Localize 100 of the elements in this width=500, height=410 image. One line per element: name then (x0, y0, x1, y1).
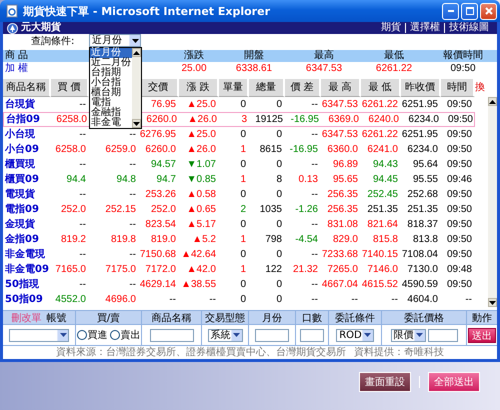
table-cell-text: 7165.0 (54, 264, 87, 276)
product-name[interactable]: 台現貨 (3, 98, 51, 111)
table-cell-text: -- (310, 278, 319, 290)
caret-icon (132, 38, 138, 42)
table-cell-text: 1035 (258, 204, 283, 216)
caret-icon (364, 333, 372, 337)
column-header[interactable]: 時間 (441, 79, 475, 97)
table-cell-text: 4667.04 (321, 278, 359, 290)
product-name[interactable]: 櫃買09 (3, 173, 51, 186)
product-name[interactable]: 小台09 (3, 143, 51, 156)
radio-button[interactable] (110, 330, 120, 340)
product-name[interactable]: 台指09 (4, 113, 52, 126)
condition-select[interactable]: ROD (336, 328, 374, 342)
table-cell-text: 813.8 (412, 234, 439, 246)
account-select[interactable] (9, 328, 69, 342)
nav-link[interactable]: 選擇權 (405, 23, 444, 33)
product-name[interactable]: 非金電09 (3, 263, 51, 276)
column-header[interactable]: 最 高 (321, 79, 361, 97)
table-cell-text: 0 (239, 278, 247, 290)
table-cell-text: 819.2 (60, 234, 87, 246)
dropdown-option[interactable]: 櫃台期 (90, 88, 132, 98)
table-cell-text: 6241.0 (366, 144, 399, 156)
table-cell-text: 09:50 (449, 62, 477, 75)
table-cell-text: 4590.59 (401, 278, 439, 290)
table-cell-text: 0 (239, 248, 247, 260)
table-cell-text: 0 (275, 218, 283, 230)
column-header[interactable]: 買 價 (51, 79, 89, 97)
product-name[interactable]: 金指09 (3, 233, 51, 246)
maximize-button[interactable] (461, 2, 478, 20)
month-field[interactable] (255, 328, 289, 342)
product-field[interactable] (150, 328, 194, 342)
table-cell-text: 95.64 (412, 158, 439, 170)
table-cell-text: -- (350, 294, 359, 306)
table-cell-text: 6234.0 (407, 114, 440, 126)
table-cell-text: 1 (239, 234, 247, 246)
dropdown-option[interactable]: 金融指 (90, 108, 132, 118)
price-field[interactable] (428, 328, 458, 342)
product-name[interactable]: 電現貨 (3, 188, 51, 201)
scrollbar[interactable] (488, 97, 497, 307)
trade-type-select[interactable]: 系統 (208, 328, 242, 342)
table-cell-text: 09:48 (446, 264, 473, 276)
minimize-button[interactable] (442, 2, 459, 20)
column-header: 口數 (302, 312, 322, 324)
product-name[interactable]: 電指09 (3, 203, 51, 216)
table-cell-text: -- (78, 158, 87, 170)
table-cell-text: 0 (239, 188, 247, 200)
table-cell-text: ▲5.17 (186, 218, 217, 230)
table-cell-text: 4629.14 (139, 278, 177, 290)
dropdown-option[interactable]: 非金電 (90, 118, 132, 128)
action-button[interactable]: 全部送出 (428, 372, 480, 392)
dropdown-option[interactable]: 近二月份 (90, 58, 132, 68)
table-cell-text: 7172.0 (144, 264, 177, 276)
table-cell-text: -- (310, 98, 319, 110)
dropdown-option[interactable]: 小台指 (90, 78, 132, 88)
table-cell-text: -4.54 (294, 234, 319, 246)
column-header[interactable]: 價 差 (285, 79, 321, 97)
column-header[interactable]: 商品名稱 (3, 79, 51, 97)
table-cell-text: 7150.68 (139, 248, 177, 260)
column-header[interactable]: 單量 (219, 79, 249, 97)
close-button[interactable] (480, 2, 497, 20)
nav-link[interactable]: 技術線圖 (444, 23, 493, 33)
quantity-field[interactable] (300, 328, 324, 342)
product-name[interactable]: 非金電現 (3, 248, 51, 261)
nav-link[interactable]: 期貨 (377, 23, 405, 33)
column-header: 月份 (262, 312, 282, 324)
table-cell-text: 252.0 (150, 204, 177, 216)
table-cell-text: -- (390, 294, 399, 306)
table-cell-text: 122 (264, 264, 283, 276)
table-cell-text: 09:50 (446, 248, 473, 260)
column-header[interactable]: 交價 (139, 79, 179, 97)
column-header[interactable]: 最 低 (361, 79, 401, 97)
window-title: 期貨快速下單 - Microsoft Internet Explorer (23, 4, 270, 18)
product-name[interactable]: 50指現 (3, 278, 51, 291)
scrollbar[interactable] (132, 48, 141, 128)
radio-label: 賣出 (120, 328, 140, 342)
action-button[interactable]: 畫面重設 (359, 372, 411, 392)
dropdown-option[interactable]: 近月份 (90, 48, 132, 58)
table-cell-text: 252.15 (104, 204, 137, 216)
column-header[interactable]: 漲 跌 (179, 79, 219, 97)
price-type-select[interactable]: 限價 (390, 328, 426, 342)
table-cell-text: -- (310, 188, 319, 200)
table-cell-text: 252.45 (366, 188, 399, 200)
dropdown-option[interactable]: 台指期 (90, 68, 132, 78)
table-cell-text: 25.00 (180, 62, 208, 75)
table-cell-text: ▲25.0 (186, 98, 217, 110)
table-cell-text: 6240.0 (367, 114, 400, 126)
product-name[interactable]: 金現貨 (3, 218, 51, 231)
product-name[interactable]: 50指09 (3, 293, 51, 306)
table-cell-text: 1 (239, 264, 247, 276)
table-cell-text: 2 (239, 204, 247, 216)
radio-button[interactable] (76, 330, 86, 340)
product-name[interactable]: 小台現 (3, 128, 51, 141)
dropdown-option[interactable]: 電指 (90, 98, 132, 108)
column-header[interactable]: 總量 (249, 79, 285, 97)
column-header[interactable]: 昨收價 (401, 79, 441, 97)
table-cell-text: 09:50 (446, 188, 473, 200)
month-select[interactable]: 近月份 (89, 34, 141, 47)
product-name[interactable]: 櫃買現 (3, 158, 51, 171)
table-cell-text: -- (128, 278, 137, 290)
submit-button[interactable]: 送出 (468, 328, 496, 342)
